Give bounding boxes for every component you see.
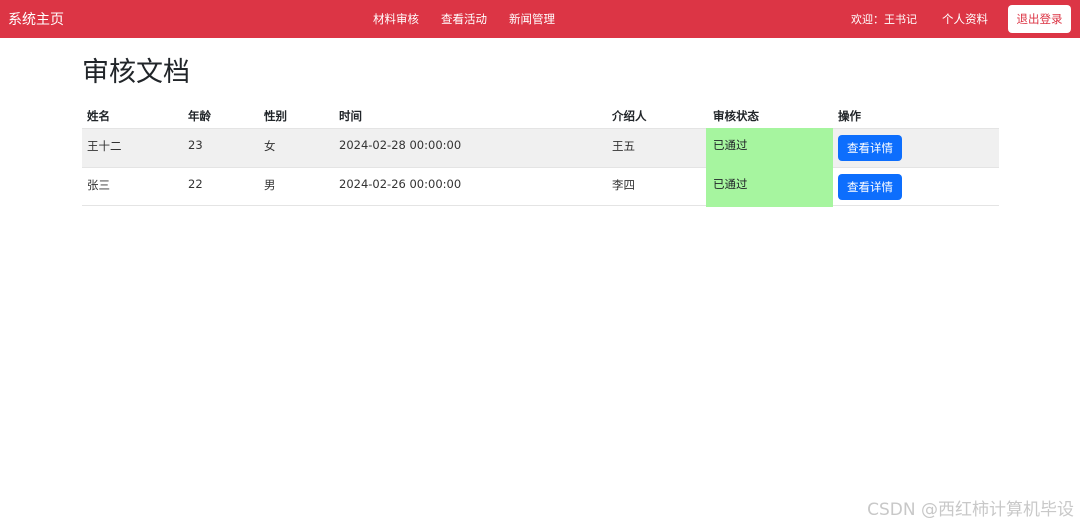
- cell-time: 2024-02-28 00:00:00: [339, 138, 462, 152]
- top-navbar: 系统主页 材料审核 查看活动 新闻管理 欢迎：王书记 个人资料 退出登录: [0, 0, 1080, 38]
- csdn-watermark: CSDN @西红柿计算机毕设: [867, 500, 1074, 520]
- cell-time: 2024-02-26 00:00:00: [339, 177, 462, 191]
- view-details-button[interactable]: 查看详情: [838, 174, 902, 200]
- status-badge: 已通过: [706, 128, 833, 168]
- cell-gender: 男: [264, 178, 276, 192]
- header-age: 年龄: [188, 109, 211, 123]
- cell-referrer: 王五: [612, 139, 635, 153]
- table-row: 张三 22 男 2024-02-26 00:00:00 李四 已通过 查看详情: [82, 167, 999, 207]
- review-table: 姓名 年龄 性别 时间 介绍人 审核状态 操作 王十二 23 女 2024-02…: [82, 103, 999, 207]
- status-badge: 已通过: [706, 167, 833, 207]
- nav-news-management[interactable]: 新闻管理: [509, 11, 555, 27]
- header-time: 时间: [339, 109, 362, 123]
- nav-links: 材料审核 查看活动 新闻管理: [0, 11, 1080, 29]
- header-actions: 操作: [838, 109, 861, 123]
- cell-gender: 女: [264, 139, 276, 153]
- cell-age: 23: [188, 138, 203, 152]
- cell-name: 王十二: [87, 139, 122, 153]
- page-title: 审核文档: [82, 57, 190, 88]
- table-header: 姓名 年龄 性别 时间 介绍人 审核状态 操作: [82, 103, 999, 128]
- table-row: 王十二 23 女 2024-02-28 00:00:00 王五 已通过 查看详情: [82, 128, 999, 168]
- cell-name: 张三: [87, 178, 110, 192]
- header-referrer: 介绍人: [612, 109, 647, 123]
- nav-view-activities[interactable]: 查看活动: [441, 11, 487, 27]
- view-details-button[interactable]: 查看详情: [838, 135, 902, 161]
- welcome-text: 欢迎：王书记: [851, 13, 917, 26]
- logout-button[interactable]: 退出登录: [1008, 5, 1071, 33]
- header-status: 审核状态: [713, 109, 759, 123]
- cell-age: 22: [188, 177, 203, 191]
- profile-link[interactable]: 个人资料: [942, 11, 988, 27]
- header-name: 姓名: [87, 109, 110, 123]
- header-gender: 性别: [264, 109, 287, 123]
- cell-referrer: 李四: [612, 178, 635, 192]
- nav-material-review[interactable]: 材料审核: [373, 11, 419, 27]
